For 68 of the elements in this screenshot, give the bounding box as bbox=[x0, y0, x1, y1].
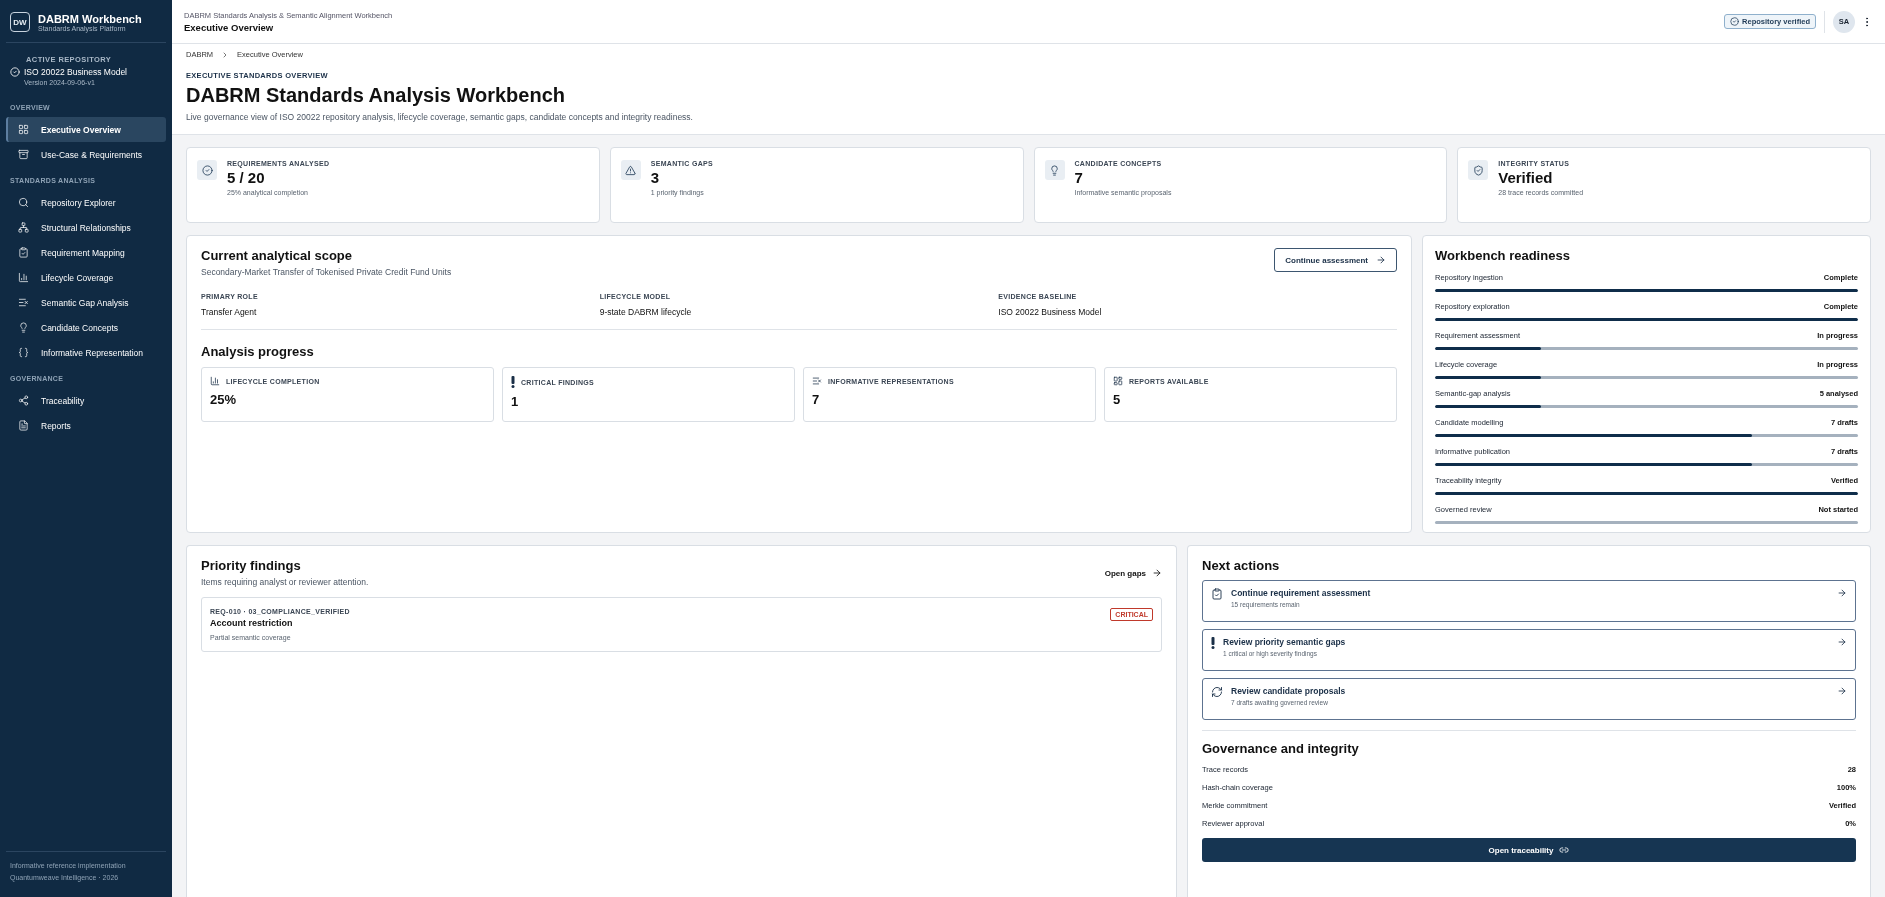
stat-value: 7 bbox=[1074, 169, 1084, 186]
nav-item[interactable]: Informative Representation bbox=[6, 340, 166, 365]
lightbulb-icon bbox=[1049, 164, 1060, 176]
section-title: Current analytical scope bbox=[201, 248, 353, 263]
repository-name: ISO 20022 Business Model bbox=[24, 67, 127, 77]
nav-item[interactable]: Requirement Mapping bbox=[6, 240, 166, 265]
nav-item[interactable]: Candidate Concepts bbox=[6, 315, 166, 340]
document-icon bbox=[18, 420, 29, 431]
page-heading: DABRM Standards Analysis Workbench bbox=[186, 84, 566, 107]
nav-item[interactable]: Lifecycle Coverage bbox=[6, 265, 166, 290]
section-title: Governance and integrity bbox=[1202, 741, 1360, 756]
field-value: 9-state DABRM lifecycle bbox=[599, 307, 693, 317]
section-title: Next actions bbox=[1202, 558, 1281, 573]
arrow-icon bbox=[1837, 686, 1847, 696]
hierarchy-icon bbox=[18, 222, 29, 233]
stat-value: 3 bbox=[650, 169, 661, 186]
metric-value: 1 bbox=[511, 394, 520, 409]
open-gaps-link[interactable]: Open gaps bbox=[1104, 568, 1162, 578]
search-icon bbox=[18, 197, 29, 208]
shield-check-icon bbox=[1472, 164, 1484, 176]
link-icon bbox=[1559, 845, 1570, 855]
arrow-icon bbox=[1837, 588, 1847, 598]
grid-icon bbox=[1113, 376, 1123, 386]
page-description: Live governance view of ISO 20022 repository analysis, lifecycle coverage, semantic gaps, candidate concepts and integrity readiness. bbox=[186, 112, 694, 122]
exclamation-icon bbox=[511, 376, 515, 388]
continue-button[interactable]: Continue assessment bbox=[1274, 248, 1397, 272]
field-value: ISO 20022 Business Model bbox=[998, 307, 1103, 317]
nav-item[interactable]: Traceability bbox=[6, 388, 166, 413]
page-title: Executive Overview bbox=[184, 21, 275, 33]
nav-item[interactable]: Repository Explorer bbox=[6, 190, 166, 215]
nav-item[interactable]: Use-Case & Requirements bbox=[6, 142, 166, 167]
braces-icon bbox=[18, 347, 29, 358]
network-icon bbox=[18, 395, 29, 406]
checklist-icon bbox=[1211, 588, 1223, 600]
list-x-icon bbox=[18, 297, 29, 308]
stat-value: Verified bbox=[1498, 169, 1554, 186]
checklist-icon bbox=[18, 247, 29, 258]
nav-item[interactable]: Executive Overview bbox=[6, 117, 166, 142]
arrow-icon bbox=[1376, 255, 1386, 265]
arrow-icon bbox=[1152, 568, 1162, 578]
metric-value: 5 bbox=[1113, 392, 1122, 407]
exclamation-icon bbox=[1211, 637, 1215, 649]
stat-value: 5 / 20 bbox=[227, 169, 266, 186]
arrow-icon bbox=[1837, 637, 1847, 647]
finding-title: Account restriction bbox=[210, 618, 294, 628]
field-value: Transfer Agent bbox=[201, 307, 258, 317]
nav-item[interactable]: Structural Relationships bbox=[6, 215, 166, 240]
section-title: Priority findings bbox=[201, 558, 302, 573]
app-title: DABRM Workbench bbox=[38, 12, 142, 25]
bar-chart-icon bbox=[210, 376, 220, 386]
bar-chart-icon bbox=[18, 272, 29, 283]
grid-icon bbox=[18, 124, 29, 135]
archive-icon bbox=[18, 149, 29, 160]
lightbulb-icon bbox=[18, 322, 29, 333]
logo: DW bbox=[10, 12, 30, 32]
refresh-icon bbox=[1211, 686, 1223, 698]
warning-icon bbox=[625, 164, 637, 176]
open-traceability-button[interactable]: Open traceability bbox=[1202, 838, 1856, 862]
metric-value: 25% bbox=[210, 392, 238, 407]
check-circle-icon bbox=[10, 67, 20, 77]
section-subtitle: Secondary-Market Transfer of Tokenised Private Credit Fund Units bbox=[201, 267, 452, 277]
section-title: Workbench readiness bbox=[1435, 248, 1571, 263]
section-subtitle: Items requiring analyst or reviewer attention. bbox=[201, 577, 369, 587]
metric-value: 7 bbox=[812, 392, 821, 407]
nav-item[interactable]: Semantic Gap Analysis bbox=[6, 290, 166, 315]
section-title: Analysis progress bbox=[201, 344, 315, 359]
list-x-icon bbox=[812, 376, 822, 386]
nav-item[interactable]: Reports bbox=[6, 413, 166, 438]
